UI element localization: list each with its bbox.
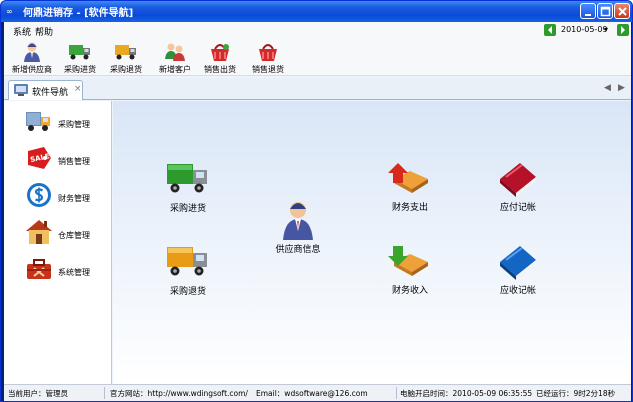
menu-system[interactable]: 系统 <box>13 25 31 38</box>
sidebar-item-finance[interactable]: 财务管理 <box>24 180 112 214</box>
yellow-truck-icon <box>167 247 207 276</box>
navigation-icon <box>14 84 28 96</box>
maximize-button[interactable] <box>597 3 613 19</box>
func-payable[interactable]: 应付记帐 <box>483 157 553 217</box>
toolbar: 新增供应商 采购进货 采购退货 新增客户 销售出货 销售退货 <box>4 40 631 76</box>
sidebar-item-purchase[interactable]: 采购管理 <box>24 106 112 140</box>
status-uptime: 已经运行：9时2分18秒 <box>536 389 616 398</box>
tool-label: 新增供应商 <box>12 65 52 74</box>
status-divider <box>396 387 397 399</box>
date-value[interactable]: 2010-05-09 <box>561 25 608 34</box>
yellow-truck-icon <box>115 45 136 60</box>
tab-navigation[interactable]: 软件导航 × <box>8 80 83 100</box>
func-finance-in[interactable]: 财务收入 <box>375 240 445 300</box>
func-supplier-info[interactable]: 供应商信息 <box>263 199 333 259</box>
status-email[interactable]: Email：wdsoftware@126.com <box>256 388 368 399</box>
func-purchase-return[interactable]: 采购退货 <box>153 241 223 301</box>
app-window: ∞ 何鼎进销存 - [软件导航] 系统 帮助 2010-05-09 ▾ 新增供应… <box>0 0 633 402</box>
close-button[interactable] <box>614 3 630 19</box>
next-arrow-icon <box>621 26 625 34</box>
chevron-down-icon[interactable]: ▾ <box>604 25 608 34</box>
toolbox-icon <box>27 259 51 279</box>
tab-strip: 软件导航 × ◀ ▶ <box>4 78 631 100</box>
finance-out-icon <box>388 163 428 193</box>
red-book-icon <box>500 163 536 197</box>
client-area: 系统 帮助 2010-05-09 ▾ 新增供应商 采购进货 采购退货 新增客户 … <box>4 22 631 401</box>
tool-label: 销售出货 <box>204 65 236 74</box>
date-navigator: 2010-05-09 ▾ <box>544 23 629 39</box>
red-basket-icon <box>211 44 229 61</box>
sale-tag-icon: SALE <box>28 147 51 169</box>
finance-in-icon <box>388 246 428 276</box>
navigation-panel: 采购进货 采购退货 供应商信息 财务支出 财务收入 应付记帐 应收记帐 <box>113 101 631 384</box>
sidebar-item-system[interactable]: 系统管理 <box>24 254 112 288</box>
minimize-icon <box>585 14 591 16</box>
warehouse-house-icon <box>26 220 52 244</box>
prev-date-button[interactable] <box>544 24 556 36</box>
sidebar-item-warehouse[interactable]: 仓库管理 <box>24 217 112 251</box>
func-purchase-in[interactable]: 采购进货 <box>153 158 223 218</box>
status-start-time: 电脑开启时间：2010-05-09 06:35:55 <box>400 389 533 398</box>
tab-label: 软件导航 <box>32 88 69 98</box>
func-label: 采购进货 <box>169 204 206 214</box>
status-user: 当前用户：管理员 <box>8 389 68 398</box>
window-title: 何鼎进销存 - [软件导航] <box>23 8 134 19</box>
sidebar-item-label: 系统管理 <box>58 268 90 277</box>
close-icon <box>618 7 627 16</box>
tool-label: 销售退货 <box>252 65 284 74</box>
tool-purchase-in[interactable]: 采购进货 <box>60 40 100 76</box>
sidebar-item-label: 采购管理 <box>58 120 90 129</box>
tool-label: 采购退货 <box>110 65 142 74</box>
tool-sales-out[interactable]: 销售出货 <box>200 40 240 76</box>
tool-add-customer[interactable]: 新增客户 <box>154 40 196 76</box>
status-website[interactable]: 官方网站：http://www.wdingsoft.com/ <box>110 388 248 399</box>
func-finance-out[interactable]: 财务支出 <box>375 157 445 217</box>
menu-bar: 系统 帮助 2010-05-09 ▾ <box>4 22 631 40</box>
status-divider <box>104 387 105 399</box>
sidebar-item-sales[interactable]: SALE 销售管理 <box>24 143 112 177</box>
status-bar: 当前用户：管理员 官方网站：http://www.wdingsoft.com/ … <box>4 384 631 401</box>
red-basket-return-icon <box>259 44 277 61</box>
sidebar-item-label: 仓库管理 <box>58 231 90 240</box>
purchase-truck-icon <box>26 112 50 131</box>
close-icon[interactable]: × <box>74 84 82 94</box>
tool-label: 新增客户 <box>159 65 191 74</box>
tool-add-supplier[interactable]: 新增供应商 <box>10 40 54 76</box>
func-receivable[interactable]: 应收记帐 <box>483 240 553 300</box>
green-truck-icon <box>69 45 90 60</box>
sidebar-item-label: 销售管理 <box>58 157 90 166</box>
func-label: 应付记帐 <box>499 203 536 213</box>
title-bar[interactable]: ∞ 何鼎进销存 - [软件导航] <box>1 1 632 22</box>
maximize-icon <box>600 6 611 17</box>
next-date-button[interactable] <box>617 24 629 36</box>
menu-help[interactable]: 帮助 <box>35 25 53 38</box>
sidebar: 采购管理 SALE 销售管理 财务管理 仓库管理 系统管理 <box>4 101 112 384</box>
tab-scroll-right-icon[interactable]: ▶ <box>618 83 625 93</box>
func-label: 财务收入 <box>391 286 428 296</box>
func-label: 应收记帐 <box>499 286 536 296</box>
customers-icon <box>165 43 185 61</box>
sidebar-item-label: 财务管理 <box>58 194 90 203</box>
tool-sales-return[interactable]: 销售退货 <box>248 40 288 76</box>
tool-label: 采购进货 <box>64 65 96 74</box>
func-label: 采购退货 <box>169 287 206 297</box>
green-truck-icon <box>167 164 207 193</box>
finance-dollar-icon <box>27 183 51 207</box>
tab-scroll-left-icon[interactable]: ◀ <box>604 83 611 93</box>
tool-purchase-return[interactable]: 采购退货 <box>106 40 146 76</box>
app-icon: ∞ <box>6 7 13 16</box>
func-label: 财务支出 <box>391 203 428 213</box>
minimize-button[interactable] <box>580 3 596 19</box>
func-label: 供应商信息 <box>275 245 321 255</box>
supplier-person-icon <box>24 42 40 62</box>
blue-book-icon <box>500 246 536 280</box>
prev-arrow-icon <box>548 26 552 34</box>
supplier-person-icon <box>283 202 313 240</box>
